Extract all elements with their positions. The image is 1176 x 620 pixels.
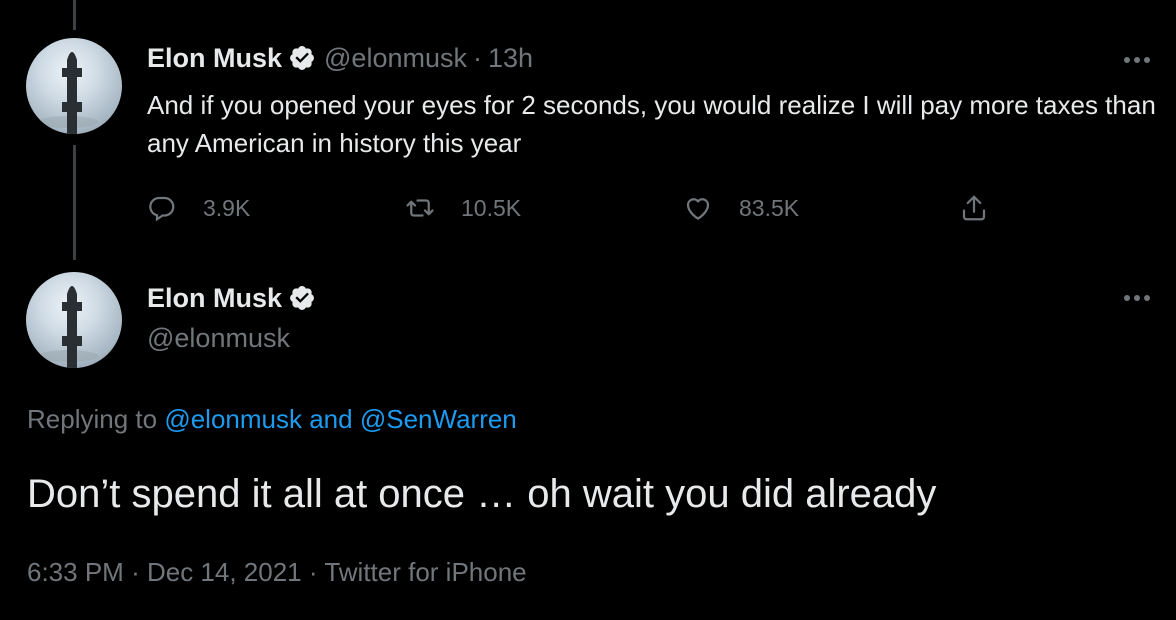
avatar-rocket-image	[38, 286, 98, 368]
display-name[interactable]: Elon Musk	[147, 282, 282, 314]
thread-line	[73, 145, 76, 260]
handle[interactable]: @elonmusk	[324, 42, 467, 74]
like-icon	[686, 198, 710, 220]
verified-badge-icon	[290, 286, 314, 310]
avatar[interactable]	[26, 38, 122, 134]
mention-link[interactable]: @elonmusk	[164, 404, 302, 434]
avatar[interactable]	[26, 272, 122, 368]
reply-icon	[149, 196, 175, 222]
retweet-icon	[406, 199, 434, 217]
tweet-text: And if you opened your eyes for 2 second…	[147, 90, 1156, 158]
tweet-metadata: 6:33 PM · Dec 14, 2021 · Twitter for iPh…	[27, 555, 527, 589]
tweet-text: Don’t spend it all at once … oh wait you…	[27, 472, 937, 516]
like-button[interactable]: 83.5K	[683, 190, 799, 226]
separator: ·	[308, 557, 318, 587]
like-count: 83.5K	[739, 194, 800, 221]
separator: ·	[472, 43, 482, 73]
reply-button[interactable]: 3.9K	[147, 190, 250, 226]
verified-badge-icon	[290, 46, 314, 70]
retweet-count: 10.5K	[461, 194, 522, 221]
replying-prefix: Replying to	[27, 404, 158, 434]
replying-to: Replying to @elonmusk and @SenWarren	[27, 402, 517, 436]
more-icon[interactable]	[1124, 293, 1150, 303]
more-icon[interactable]	[1124, 55, 1150, 65]
display-name[interactable]: Elon Musk	[147, 42, 282, 74]
tweet-header: Elon Musk	[147, 282, 316, 314]
timestamp[interactable]: 13h	[488, 42, 533, 74]
reply-count: 3.9K	[203, 194, 251, 221]
share-icon	[962, 195, 986, 221]
replying-and: and	[309, 404, 353, 434]
mention-link[interactable]: @SenWarren	[360, 404, 517, 434]
tweet-actions: 3.9K 10.5K 83.5K	[147, 190, 1007, 226]
thread-line-top	[73, 0, 76, 30]
tweet-date[interactable]: Dec 14, 2021	[147, 557, 302, 587]
retweet-button[interactable]: 10.5K	[405, 190, 521, 226]
tweet-source[interactable]: Twitter for iPhone	[324, 557, 526, 587]
share-button[interactable]	[959, 190, 989, 226]
tweet-header: Elon Musk @elonmusk · 13h	[147, 42, 533, 74]
handle[interactable]: @elonmusk	[147, 322, 290, 354]
separator: ·	[131, 557, 140, 587]
tweet-time[interactable]: 6:33 PM	[27, 557, 124, 587]
avatar-rocket-image	[38, 52, 98, 134]
